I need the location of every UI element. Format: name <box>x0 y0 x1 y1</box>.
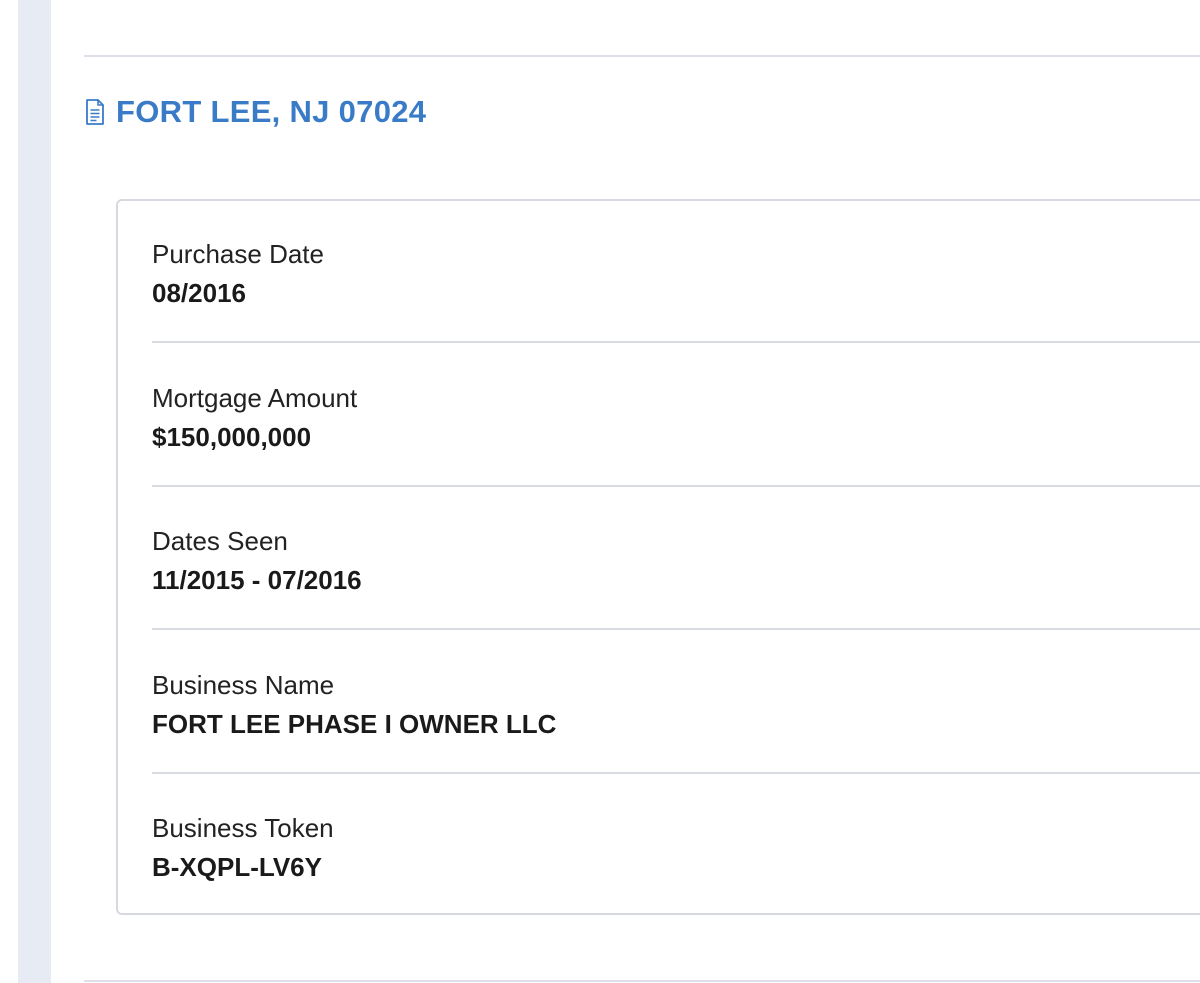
page: FORT LEE, NJ 07024 Purchase Date 08/2016… <box>0 0 1200 983</box>
field-label: Business Token <box>152 813 334 843</box>
field-value: 08/2016 <box>152 278 246 308</box>
field-divider <box>152 628 1200 630</box>
field-value: B-XQPL-LV6Y <box>152 852 322 882</box>
record-title[interactable]: FORT LEE, NJ 07024 <box>116 94 426 130</box>
field-divider <box>152 772 1200 774</box>
record-header[interactable]: FORT LEE, NJ 07024 <box>84 92 426 132</box>
top-divider <box>84 55 1200 57</box>
field-dates-seen: Dates Seen 11/2015 - 07/2016 <box>152 488 1200 630</box>
field-label: Dates Seen <box>152 526 288 556</box>
field-label: Business Name <box>152 670 335 700</box>
field-business-token: Business Token B-XQPL-LV6Y <box>152 775 1200 917</box>
field-divider <box>152 341 1200 343</box>
field-value: 11/2015 - 07/2016 <box>152 565 362 595</box>
field-business-name: Business Name FORT LEE PHASE I OWNER LLC <box>152 632 1200 774</box>
field-divider <box>152 485 1200 487</box>
field-purchase-date: Purchase Date 08/2016 <box>152 201 1200 343</box>
record-card: Purchase Date 08/2016 Mortgage Amount $1… <box>116 199 1200 915</box>
document-icon <box>84 96 106 128</box>
field-label: Purchase Date <box>152 239 324 269</box>
bottom-divider <box>84 980 1200 982</box>
left-rail <box>18 0 51 983</box>
field-value: $150,000,000 <box>152 422 312 452</box>
field-value: FORT LEE PHASE I OWNER LLC <box>152 709 557 739</box>
field-label: Mortgage Amount <box>152 383 358 413</box>
field-mortgage-amount: Mortgage Amount $150,000,000 <box>152 345 1200 487</box>
